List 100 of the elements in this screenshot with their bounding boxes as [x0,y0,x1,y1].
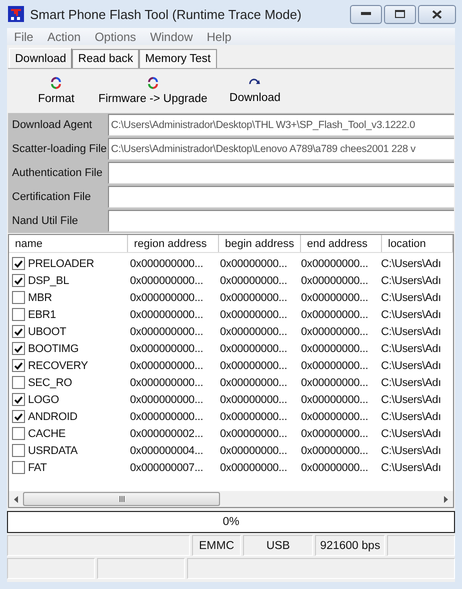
partition-name: ANDROID [28,410,78,422]
menu-item[interactable]: Window [143,30,200,44]
table-cell-text: 0x000000000... [129,376,204,388]
checkbox[interactable] [12,342,25,355]
toolbar-button[interactable]: Format [28,77,84,105]
checkbox[interactable] [12,308,25,321]
checkbox[interactable] [12,427,25,440]
tab[interactable]: Memory Test [139,49,217,68]
status-field: USB [243,535,314,556]
checkbox[interactable] [12,359,25,372]
field-label: Nand Util File [11,214,80,229]
scroll-right-icon[interactable] [443,496,449,502]
partition-name: FAT [28,462,47,474]
table-cell-text: C:\Users\Adı [380,326,442,338]
maximize-button[interactable] [384,4,416,24]
table-cell-text: 0x000000000... [129,258,204,270]
table-cell-text: 0x000000002... [129,428,204,440]
table-cell-text: 0x00000000... [219,274,288,286]
partition-name: USRDATA [28,444,78,456]
file-path-field[interactable] [108,186,454,208]
table-cell-text: 0x000000000... [129,292,204,304]
table-cell-text: 0x000000000... [129,410,204,422]
status-pane [387,535,455,556]
scroll-left-icon[interactable] [13,496,19,502]
checkbox[interactable] [12,291,25,304]
arrows-icon [146,77,159,89]
menu-item[interactable]: Action [40,30,88,44]
table-cell-text: 0x00000000... [219,394,288,406]
table-cell-text: 0x00000000... [300,326,370,338]
table-cell-text: 0x00000000... [300,258,370,270]
table-cell-text: C:\Users\Adı [380,394,442,406]
table-cell-text: 0x00000000... [219,376,288,388]
column-header[interactable]: end address [301,235,382,252]
tab[interactable]: Read back [72,49,140,68]
window-title: Smart Phone Flash Tool (Runtime Trace Mode) [30,6,302,22]
file-path-field[interactable] [108,210,454,232]
minimize-icon [361,12,371,16]
table-cell-text: 0x000000000... [129,326,204,338]
table-cell-text: 0x00000000... [219,360,288,372]
checkbox[interactable] [12,274,25,287]
partition-name: DSP_BL [28,274,69,286]
partition-name: EBR1 [28,308,56,320]
table-cell-text: 0x00000000... [300,410,370,422]
field-label: Authentication File [11,166,104,181]
table-cell-text: 0x00000000... [219,258,288,270]
partition-name: BOOTIMG [28,342,79,354]
table-cell-text: 0x000000000... [129,342,204,354]
field-label: Download Agent [11,118,94,133]
arrows-icon [50,77,62,89]
table-cell-text: C:\Users\Adı [380,428,442,440]
checkbox[interactable] [12,444,25,457]
column-header[interactable]: location [382,235,453,252]
table-cell-text: 0x00000000... [300,308,370,320]
checkbox[interactable] [12,257,25,270]
table-cell-text: C:\Users\Adı [380,274,442,286]
scroll-thumb[interactable] [23,492,220,506]
close-button[interactable] [418,4,456,24]
status-field: EMMC [192,535,242,556]
table-cell-text: 0x000000004... [129,444,204,456]
partition-name: RECOVERY [28,360,88,372]
table-cell-text: 0x000000000... [129,308,204,320]
minimize-button[interactable] [350,4,382,24]
menu-item[interactable]: Help [200,30,238,44]
app-icon [8,6,24,22]
menu-item[interactable]: File [7,30,40,44]
table-cell-text: 0x00000000... [219,462,288,474]
grip-icon [118,496,124,502]
table-cell-text: 0x00000000... [300,444,370,456]
partition-name: CACHE [28,428,66,440]
checkbox[interactable] [12,461,25,474]
table-cell-text: 0x00000000... [300,360,370,372]
horizontal-scrollbar[interactable] [9,491,453,507]
table-cell-text: 0x00000000... [219,326,288,338]
checkbox[interactable] [12,325,25,338]
column-header[interactable]: begin address [219,235,301,252]
checkbox[interactable] [12,393,25,406]
column-header[interactable]: name [9,235,128,252]
table-cell-text: C:\Users\Adı [380,360,442,372]
table-cell-text: 0x000000000... [129,274,204,286]
table-cell-text: 0x000000000... [129,360,204,372]
table-cell-text: 0x000000000... [129,394,204,406]
checkbox[interactable] [12,410,25,423]
column-header[interactable]: region address [128,235,219,252]
toolbar-button[interactable]: Download [221,78,289,104]
table-cell-text: 0x00000000... [219,410,288,422]
table-cell-text: C:\Users\Adı [380,308,442,320]
table-cell-text: C:\Users\Adı [380,258,442,270]
menu-item[interactable]: Options [88,30,144,44]
table-cell-text: C:\Users\Adı [380,444,442,456]
table-cell-text: C:\Users\Adı [380,376,442,388]
table-cell-text: 0x000000007... [129,462,204,474]
tab[interactable]: Download [9,48,72,69]
partition-name: PRELOADER [28,258,94,270]
file-path-field[interactable]: C:\Users\Administrador\Desktop\Lenovo A789\a789 chees2001 228 v [108,138,454,160]
partition-name: LOGO [28,394,59,406]
checkbox[interactable] [12,376,25,389]
table-cell-text: 0x00000000... [219,428,288,440]
toolbar-button[interactable]: Firmware -> Upgrade [90,77,216,105]
file-path-field[interactable]: C:\Users\Administrador\Desktop\THL W3+\SP_Flash_Tool_v3.1222.0 [108,114,454,136]
file-path-field[interactable] [108,162,454,184]
